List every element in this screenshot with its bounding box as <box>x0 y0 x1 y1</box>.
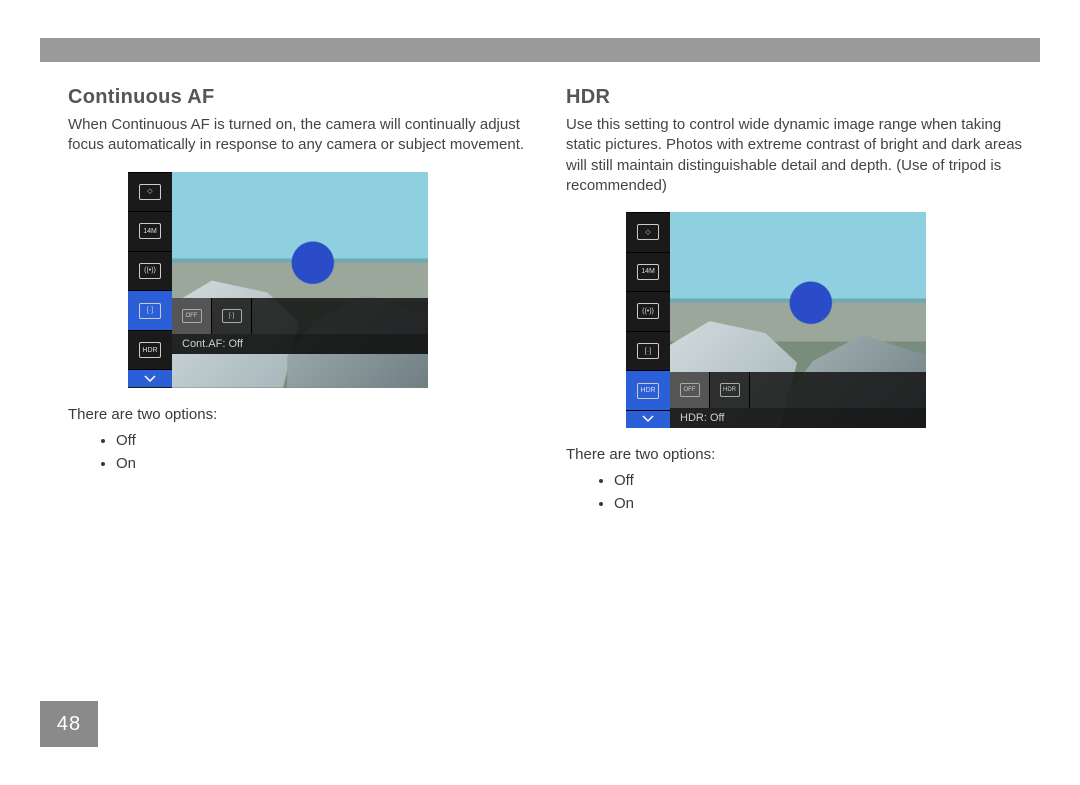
options-label-af: There are two options: <box>68 406 534 423</box>
options-list-af: Off On <box>116 429 534 476</box>
metering-icon: ◇ <box>128 172 172 212</box>
camera-preview <box>172 172 428 388</box>
status-text: Cont.AF: Off <box>172 334 428 354</box>
options-label-hdr: There are two options: <box>566 446 1032 463</box>
resolution-icon: 14M <box>626 252 670 292</box>
option-off-icon: OFF <box>172 298 212 334</box>
status-text: HDR: Off <box>670 408 926 428</box>
hdr-icon: HDR <box>128 330 172 370</box>
metering-icon: ◇ <box>626 212 670 252</box>
body-hdr: Use this setting to control wide dynamic… <box>566 115 1032 196</box>
option-on-icon: [·] <box>212 298 252 334</box>
continuous-af-icon: [·] <box>128 290 172 330</box>
option-strip: OFF [·] <box>172 298 428 334</box>
section-hdr: HDR Use this setting to control wide dyn… <box>566 86 1032 516</box>
screenshot-continuous-af: ◇ 14M ((•)) [·] HDR OFF [·] Cont.AF: Off <box>128 172 534 388</box>
option-off: Off <box>614 469 1032 492</box>
screenshot-hdr: ◇ 14M ((•)) [·] HDR OFF HDR HDR: Off <box>626 212 1032 428</box>
continuous-af-icon: [·] <box>626 331 670 371</box>
options-list-hdr: Off On <box>614 469 1032 516</box>
body-continuous-af: When Continuous AF is turned on, the cam… <box>68 115 534 156</box>
page-content: Continuous AF When Continuous AF is turn… <box>68 86 1032 516</box>
heading-hdr: HDR <box>566 86 1032 109</box>
stabilizer-icon: ((•)) <box>128 251 172 291</box>
hdr-icon: HDR <box>626 370 670 410</box>
camera-menu-sidebar: ◇ 14M ((•)) [·] HDR <box>626 212 670 428</box>
option-on-icon: HDR <box>710 372 750 408</box>
page-number: 48 <box>40 701 98 747</box>
option-on: On <box>614 492 1032 515</box>
stabilizer-icon: ((•)) <box>626 291 670 331</box>
option-on: On <box>116 452 534 475</box>
section-continuous-af: Continuous AF When Continuous AF is turn… <box>68 86 534 516</box>
header-bar <box>40 38 1040 62</box>
option-off: Off <box>116 429 534 452</box>
option-off-icon: OFF <box>670 372 710 408</box>
camera-menu-sidebar: ◇ 14M ((•)) [·] HDR <box>128 172 172 388</box>
heading-continuous-af: Continuous AF <box>68 86 534 109</box>
option-strip: OFF HDR <box>670 372 926 408</box>
resolution-icon: 14M <box>128 211 172 251</box>
chevron-down-icon <box>626 410 670 428</box>
chevron-down-icon <box>128 369 172 387</box>
